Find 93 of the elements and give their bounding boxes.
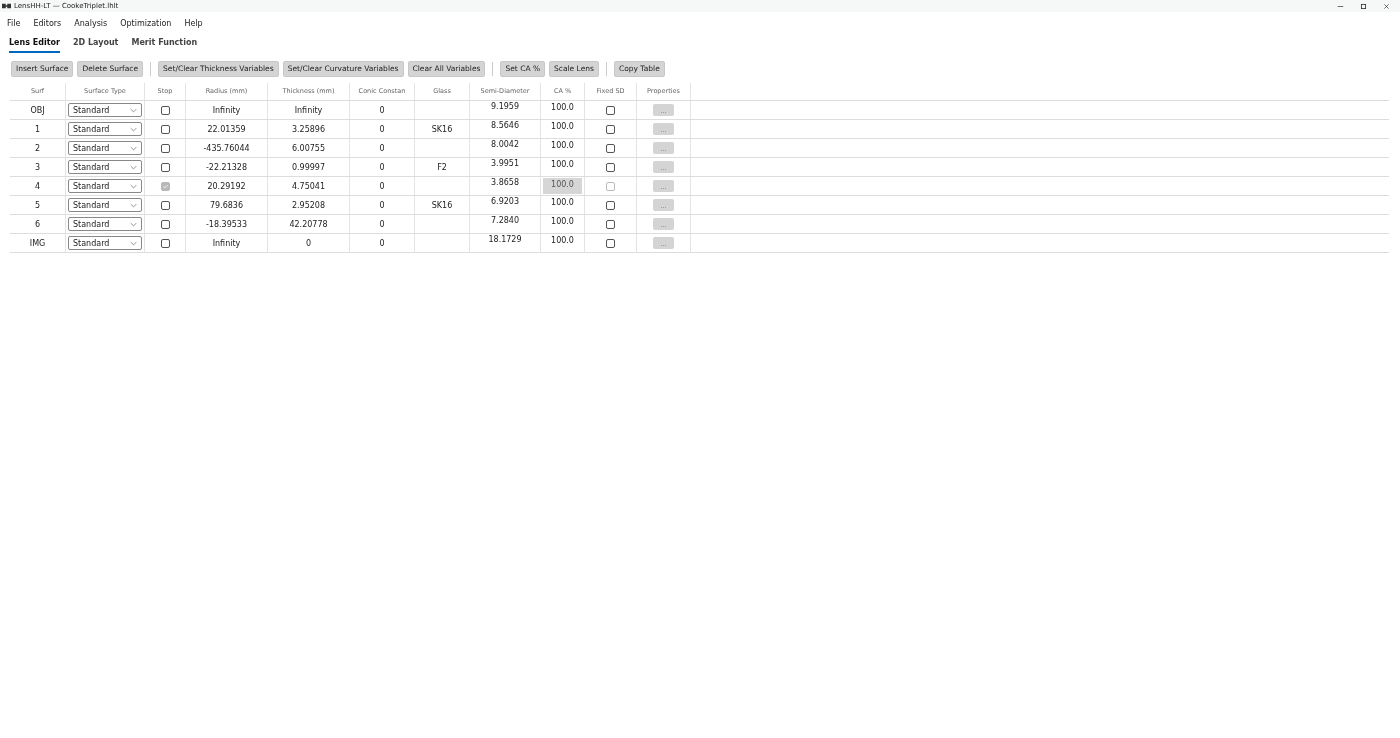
table-cell: 20.29192 [207,181,246,191]
table-cell: 0 [305,238,312,248]
stop-checkbox[interactable] [160,105,170,115]
menu-item[interactable]: Editors [33,19,62,28]
ca-field[interactable]: 100.0 [548,159,577,170]
table-cell: 6 [34,219,41,229]
table-cell: -22.21328 [205,162,248,172]
stop-checkbox[interactable] [160,181,170,191]
ca-field[interactable]: 100.0 [548,197,577,208]
table-cell: 2.95208 [291,200,326,210]
table-cell: 18.1729 [488,235,522,244]
chevron-down-icon [130,107,137,113]
tab[interactable]: Merit Function [131,38,198,53]
chevron-down-icon [130,202,137,208]
stop-checkbox[interactable] [160,143,170,153]
surface-type-dropdown[interactable]: Standard [68,198,142,212]
stop-checkbox[interactable] [160,162,170,172]
table-cell: Infinity [212,105,241,115]
surface-type-dropdown[interactable]: Standard [68,179,142,193]
fixed-sd-checkbox[interactable] [606,124,615,134]
table-cell: 8.5646 [491,121,519,130]
table-cell: 3.9951 [491,159,519,168]
table-cell: 79.6836 [209,200,244,210]
surface-type-dropdown[interactable]: Standard [68,122,142,136]
table-cell: 0 [379,181,385,191]
menu-item[interactable]: File [7,19,21,28]
stop-checkbox[interactable] [160,238,170,248]
table-cell: 0 [379,143,385,153]
table-cell: 22.01359 [207,124,246,134]
surface-type-dropdown[interactable]: Standard [68,103,142,117]
ca-field[interactable]: 100.0 [548,102,577,113]
table-cell: 6.9203 [491,197,519,206]
ca-field[interactable]: 100.0 [548,216,577,227]
chevron-down-icon [130,240,137,246]
table-cell: 5 [34,200,41,210]
checkmark-icon [161,182,169,190]
app-icon [2,3,11,9]
ca-field[interactable]: 100.0 [548,140,577,151]
table-cell: SK16 [431,124,453,134]
table-cell: 42.20778 [289,219,328,229]
menu-item[interactable]: Optimization [120,19,172,28]
ca-field[interactable]: 100.0 [548,235,577,246]
menu-item[interactable]: Help [184,19,203,28]
chevron-down-icon [130,183,137,189]
stop-checkbox[interactable] [160,124,170,134]
table-cell: 2 [34,143,41,153]
table-cell: IMG [29,238,46,248]
table-cell: -435.76044 [203,143,250,153]
table-cell: Infinity [212,238,241,248]
ca-field[interactable]: 100.0 [548,121,577,132]
restore-icon[interactable] [1360,2,1367,10]
table-cell: Infinity [294,105,323,115]
table-cell: 0 [379,200,385,210]
table-cell: 6.00755 [291,143,326,153]
surface-type-dropdown[interactable]: Standard [68,141,142,155]
table-cell: 4 [34,181,41,191]
table-cell: F2 [437,162,447,172]
stop-checkbox[interactable] [160,200,170,210]
table-cell: 0 [379,238,385,248]
table-cell: 0 [379,105,385,115]
table-cell: 4.75041 [291,181,326,191]
table-cell: 0 [379,162,385,172]
table-cell: 7.2840 [491,216,519,225]
chevron-down-icon [130,126,137,132]
fixed-sd-checkbox[interactable] [606,143,615,153]
table-cell: SK16 [431,200,453,210]
tab[interactable]: 2D Layout [72,38,119,53]
table-cell: -18.39533 [205,219,248,229]
fixed-sd-checkbox[interactable] [606,162,615,172]
fixed-sd-checkbox[interactable] [606,238,615,248]
table-cell: 0.99997 [291,162,326,172]
fixed-sd-checkbox[interactable] [606,219,615,229]
fixed-sd-checkbox[interactable] [606,105,615,115]
surface-type-dropdown[interactable]: Standard [68,236,142,250]
table-cell: 3.8658 [491,178,519,187]
fixed-sd-checkbox[interactable] [606,200,615,210]
surface-type-dropdown[interactable]: Standard [68,160,142,174]
table-cell: 0 [379,219,385,229]
table-cell: 8.0042 [491,140,519,149]
table-cell: 3.25896 [291,124,326,134]
table-cell: OBJ [30,105,45,115]
chevron-down-icon [130,145,137,151]
chevron-down-icon [130,221,137,227]
stop-checkbox[interactable] [160,219,170,229]
table-cell: 3 [34,162,41,172]
chevron-down-icon [130,164,137,170]
table-cell: 0 [379,124,385,134]
table-cell: 1 [34,124,41,134]
tab[interactable]: Lens Editor [9,38,60,53]
table-cell: 9.1959 [491,102,519,111]
surface-type-dropdown[interactable]: Standard [68,217,142,231]
close-icon[interactable] [1383,2,1390,10]
menu-item[interactable]: Analysis [74,19,108,28]
